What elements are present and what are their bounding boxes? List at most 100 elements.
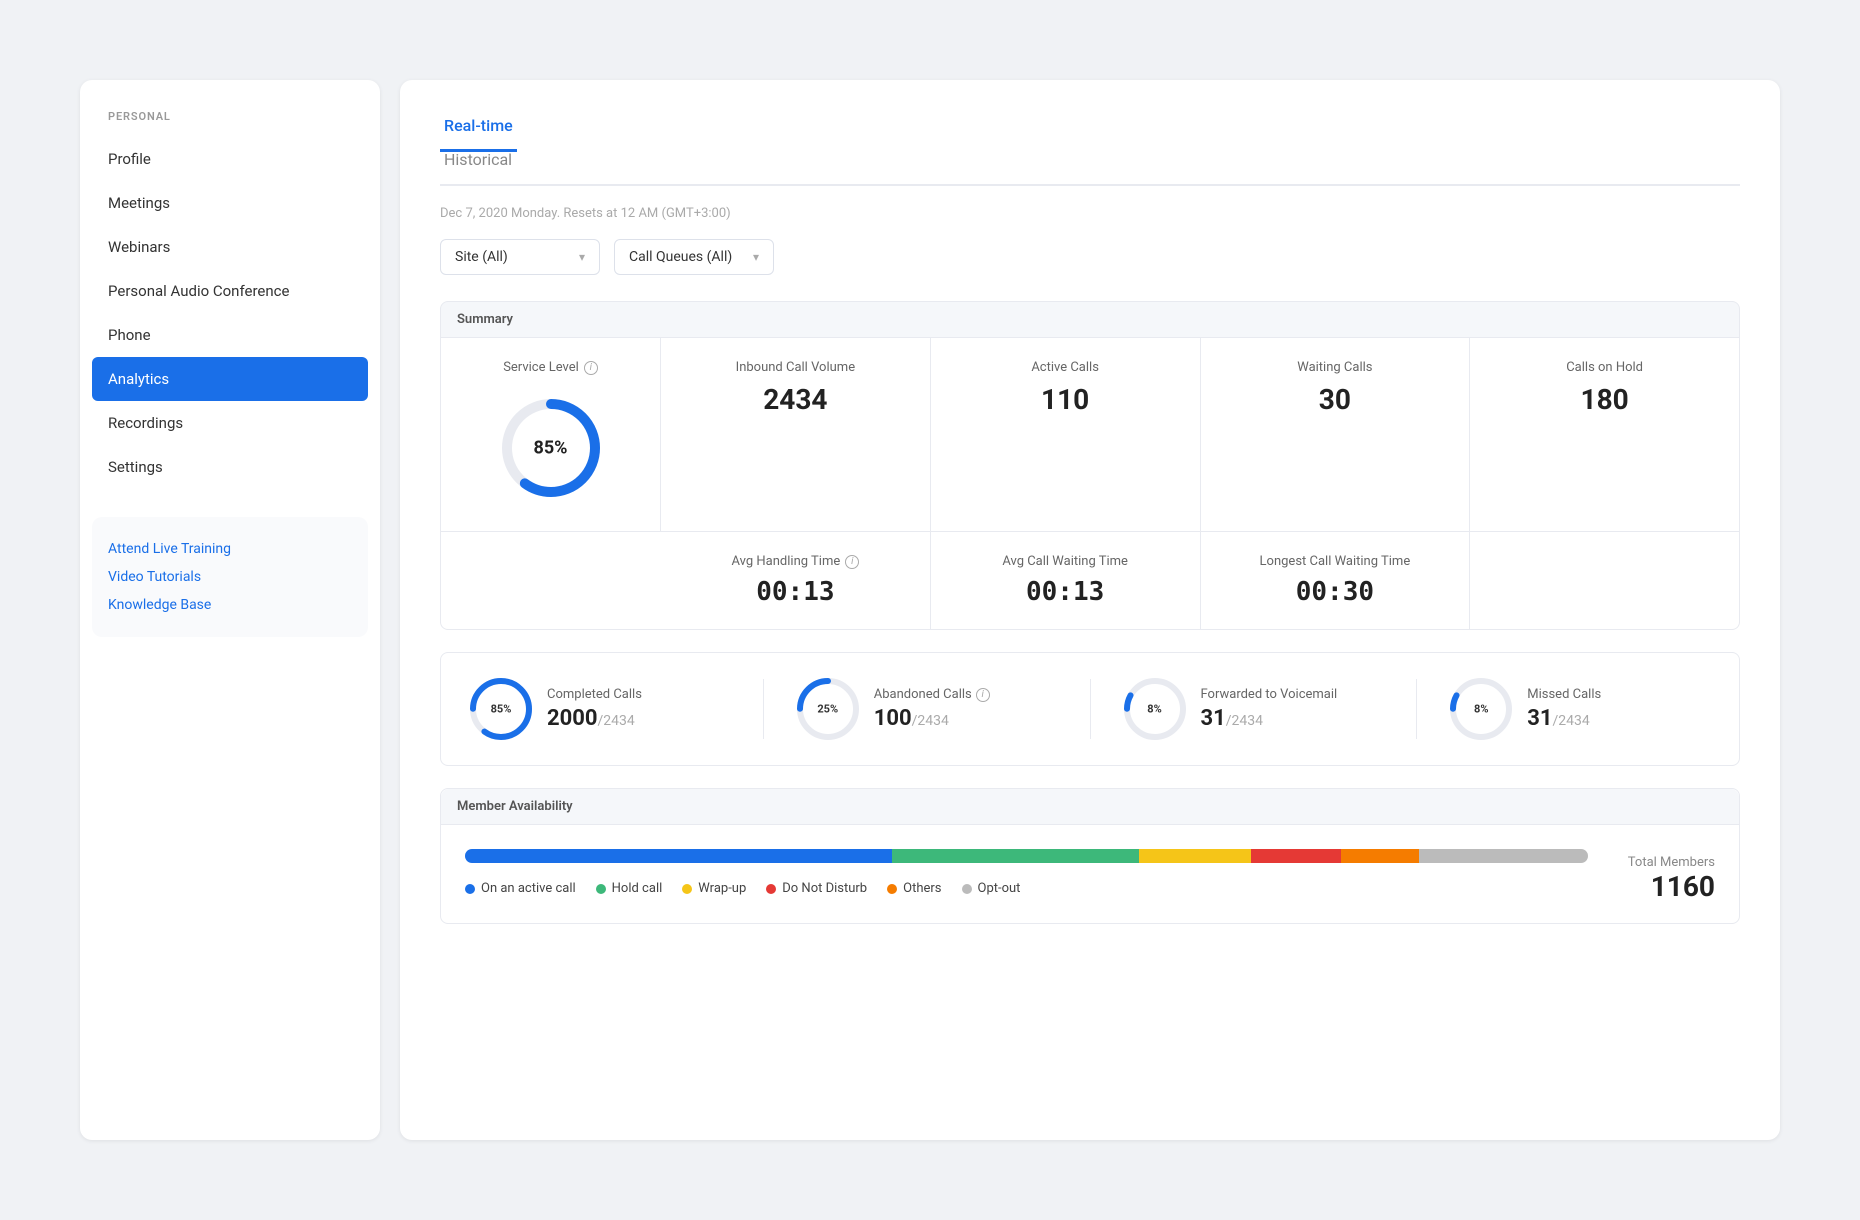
bar-segment-active-call bbox=[465, 849, 892, 863]
tab-historical[interactable]: Historical bbox=[440, 150, 517, 186]
divider bbox=[763, 679, 764, 739]
bar-segment-do-not-disturb bbox=[1251, 849, 1341, 863]
service-level-donut: 85% bbox=[496, 393, 606, 503]
call-metric-info-completed-calls: Completed Calls 2000/2434 bbox=[547, 687, 642, 731]
calls-on-hold-label: Calls on Hold bbox=[1488, 360, 1721, 375]
legend-label-opt-out-legend: Opt-out bbox=[978, 881, 1021, 896]
legend-label-active-call-legend: On an active call bbox=[481, 881, 576, 896]
call-metric-label-completed-calls: Completed Calls bbox=[547, 687, 642, 702]
legend-label-others-legend: Others bbox=[903, 881, 941, 896]
service-level-label: Service Level i bbox=[503, 360, 598, 375]
info-icon: i bbox=[976, 688, 990, 702]
info-icon: i bbox=[584, 361, 598, 375]
summary-section-header: Summary bbox=[440, 301, 1740, 338]
small-donut-forwarded-to-voicemail: 8% bbox=[1123, 677, 1187, 741]
tab-realtime[interactable]: Real-time bbox=[440, 116, 517, 152]
legend-label-hold-call-legend: Hold call bbox=[612, 881, 663, 896]
sidebar-item-webinars[interactable]: Webinars bbox=[80, 225, 380, 269]
call-metric-info-missed-calls: Missed Calls 31/2434 bbox=[1527, 687, 1601, 731]
site-filter[interactable]: Site (All) ▾ bbox=[440, 239, 600, 275]
call-metric-total-completed-calls: /2434 bbox=[598, 713, 635, 729]
calls-on-hold-value: 180 bbox=[1488, 383, 1721, 416]
legend-item-wrap-up-legend: Wrap-up bbox=[682, 881, 746, 896]
call-queues-filter-label: Call Queues (All) bbox=[629, 249, 732, 265]
call-metric-total-abandoned-calls: /2434 bbox=[912, 713, 949, 729]
divider bbox=[1416, 679, 1417, 739]
bar-segment-opt-out bbox=[1419, 849, 1587, 863]
call-metric-info-forwarded-to-voicemail: Forwarded to Voicemail 31/2434 bbox=[1201, 687, 1338, 731]
call-metric-label-abandoned-calls: Abandoned Calls i bbox=[874, 687, 990, 702]
small-donut-label-completed-calls: 85% bbox=[491, 703, 512, 716]
legend-dot-hold-call-legend bbox=[596, 884, 606, 894]
inbound-label: Inbound Call Volume bbox=[679, 360, 912, 375]
total-members-value: 1160 bbox=[1628, 870, 1715, 903]
summary-row-1: Service Level i 85% Inbound Call Volu bbox=[441, 338, 1739, 532]
call-metric-label-missed-calls: Missed Calls bbox=[1527, 687, 1601, 702]
small-donut-label-missed-calls: 8% bbox=[1474, 703, 1488, 716]
call-metric-info-abandoned-calls: Abandoned Calls i 100/2434 bbox=[874, 687, 990, 731]
call-metric-label-forwarded-to-voicemail: Forwarded to Voicemail bbox=[1201, 687, 1338, 702]
avg-handling-value: 00:13 bbox=[679, 577, 912, 607]
legend-dot-wrap-up-legend bbox=[682, 884, 692, 894]
active-calls-cell: Active Calls 110 bbox=[931, 338, 1201, 531]
legend-item-hold-call-legend: Hold call bbox=[596, 881, 663, 896]
longest-waiting-value: 00:30 bbox=[1219, 577, 1452, 607]
small-donut-label-abandoned-calls: 25% bbox=[817, 703, 838, 716]
legend-item-others-legend: Others bbox=[887, 881, 941, 896]
legend-dot-do-not-disturb-legend bbox=[766, 884, 776, 894]
small-donut-label-forwarded-to-voicemail: 8% bbox=[1147, 703, 1161, 716]
sidebar-link-knowledge-base[interactable]: Knowledge Base bbox=[108, 591, 352, 619]
date-label: Dec 7, 2020 Monday. Resets at 12 AM (GMT… bbox=[440, 206, 1740, 221]
info-icon-2: i bbox=[845, 555, 859, 569]
main-content: Real-timeHistorical Dec 7, 2020 Monday. … bbox=[400, 80, 1780, 1140]
calls-on-hold-cell: Calls on Hold 180 bbox=[1470, 338, 1739, 531]
call-metric-value-abandoned-calls: 100/2434 bbox=[874, 706, 990, 731]
inbound-call-volume-cell: Inbound Call Volume 2434 bbox=[661, 338, 931, 531]
inbound-value: 2434 bbox=[679, 383, 912, 416]
member-bar-legend: On an active call Hold call Wrap-up Do N… bbox=[465, 849, 1588, 896]
call-metric-missed-calls: 8% Missed Calls 31/2434 bbox=[1449, 677, 1711, 741]
sidebar-item-phone[interactable]: Phone bbox=[80, 313, 380, 357]
avg-waiting-cell: Avg Call Waiting Time 00:13 bbox=[931, 532, 1201, 629]
sidebar-link-video-tutorials[interactable]: Video Tutorials bbox=[108, 563, 352, 591]
call-metric-total-forwarded-to-voicemail: /2434 bbox=[1226, 713, 1263, 729]
bar-segment-hold-call bbox=[892, 849, 1139, 863]
sidebar-item-settings[interactable]: Settings bbox=[80, 445, 380, 489]
sidebar-links: Attend Live TrainingVideo TutorialsKnowl… bbox=[92, 517, 368, 637]
call-metric-forwarded-to-voicemail: 8% Forwarded to Voicemail 31/2434 bbox=[1123, 677, 1385, 741]
sidebar-item-profile[interactable]: Profile bbox=[80, 137, 380, 181]
summary-stats-row1: Inbound Call Volume 2434 Active Calls 11… bbox=[661, 338, 1739, 531]
stacked-bar bbox=[465, 849, 1588, 863]
legend: On an active call Hold call Wrap-up Do N… bbox=[465, 881, 1588, 896]
sidebar-link-attend-live-training[interactable]: Attend Live Training bbox=[108, 535, 352, 563]
call-metric-value-forwarded-to-voicemail: 31/2434 bbox=[1201, 706, 1338, 731]
call-queues-filter[interactable]: Call Queues (All) ▾ bbox=[614, 239, 774, 275]
tabs: Real-timeHistorical bbox=[440, 116, 1740, 186]
chevron-down-icon: ▾ bbox=[579, 250, 585, 264]
chevron-down-icon: ▾ bbox=[753, 250, 759, 264]
app-container: PERSONAL ProfileMeetingsWebinarsPersonal… bbox=[80, 80, 1780, 1140]
waiting-calls-value: 30 bbox=[1219, 383, 1452, 416]
call-metric-value-completed-calls: 2000/2434 bbox=[547, 706, 642, 731]
sidebar-item-analytics[interactable]: Analytics bbox=[92, 357, 368, 401]
total-members-label: Total Members bbox=[1628, 855, 1715, 870]
filters: Site (All) ▾ Call Queues (All) ▾ bbox=[440, 239, 1740, 275]
sidebar-item-recordings[interactable]: Recordings bbox=[80, 401, 380, 445]
legend-label-do-not-disturb-legend: Do Not Disturb bbox=[782, 881, 867, 896]
waiting-calls-label: Waiting Calls bbox=[1219, 360, 1452, 375]
sidebar-item-personal-audio-conference[interactable]: Personal Audio Conference bbox=[80, 269, 380, 313]
summary-stats-row2: Avg Handling Time i 00:13 Avg Call Waiti… bbox=[661, 532, 1739, 629]
legend-dot-opt-out-legend bbox=[962, 884, 972, 894]
call-metric-completed-calls: 85% Completed Calls 2000/2434 bbox=[469, 677, 731, 741]
small-donut-missed-calls: 8% bbox=[1449, 677, 1513, 741]
legend-dot-active-call-legend bbox=[465, 884, 475, 894]
legend-item-active-call-legend: On an active call bbox=[465, 881, 576, 896]
legend-item-opt-out-legend: Opt-out bbox=[962, 881, 1021, 896]
member-availability-section: Member Availability On an active call Ho… bbox=[440, 788, 1740, 924]
waiting-calls-cell: Waiting Calls 30 bbox=[1201, 338, 1471, 531]
sidebar-item-meetings[interactable]: Meetings bbox=[80, 181, 380, 225]
avg-waiting-value: 00:13 bbox=[949, 577, 1182, 607]
member-content-row: On an active call Hold call Wrap-up Do N… bbox=[465, 849, 1715, 903]
bar-segment-others bbox=[1341, 849, 1420, 863]
service-level-value: 85% bbox=[534, 438, 568, 459]
